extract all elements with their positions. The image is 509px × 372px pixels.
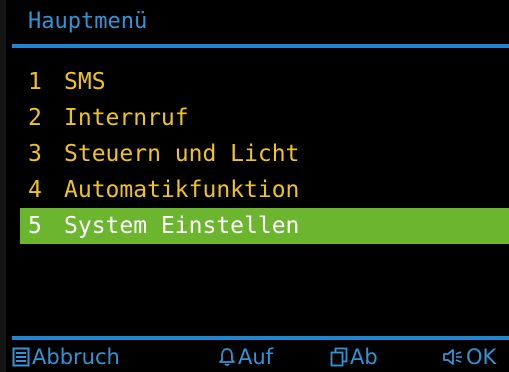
menu-item-label: System Einstellen: [64, 213, 300, 239]
menu-item-label: Steuern und Licht: [64, 141, 300, 167]
cancel-label: Abbruch: [32, 345, 120, 369]
display-screen: Hauptmenü 1 SMS 2 Internruf 3 Steuern und L…: [0, 0, 509, 372]
menu-item-internruf[interactable]: 2 Internruf: [20, 100, 509, 136]
menu-item-label: Internruf: [64, 105, 189, 131]
down-softkey[interactable]: Ab: [330, 342, 378, 372]
bell-icon: [218, 347, 236, 367]
menu-item-number: 1: [28, 69, 42, 95]
menu-item-sms[interactable]: 1 SMS: [20, 64, 509, 100]
menu-item-number: 5: [28, 213, 42, 239]
speaker-icon: [442, 347, 464, 367]
menu-item-number: 3: [28, 141, 42, 167]
screen-bezel: [0, 0, 6, 372]
menu-item-label: Automatikfunktion: [64, 177, 300, 203]
list-icon: [12, 347, 30, 367]
cancel-softkey[interactable]: Abbruch: [12, 342, 120, 372]
header-divider: [12, 44, 509, 48]
menu-item-automatikfunktion[interactable]: 4 Automatikfunktion: [20, 172, 509, 208]
footer-divider: [12, 336, 509, 340]
menu-item-label: SMS: [64, 69, 106, 95]
up-label: Auf: [238, 345, 274, 369]
copy-icon: [330, 347, 348, 367]
softkey-bar: Abbruch Auf Ab OK: [12, 342, 509, 372]
menu-item-steuern-und-licht[interactable]: 3 Steuern und Licht: [20, 136, 509, 172]
menu-item-system-einstellen[interactable]: 5 System Einstellen: [20, 208, 509, 244]
main-menu: 1 SMS 2 Internruf 3 Steuern und Licht 4 Auto…: [20, 64, 509, 244]
ok-softkey[interactable]: OK: [442, 342, 496, 372]
menu-item-number: 4: [28, 177, 42, 203]
ok-label: OK: [466, 345, 497, 369]
up-softkey[interactable]: Auf: [218, 342, 273, 372]
down-label: Ab: [350, 345, 378, 369]
menu-item-number: 2: [28, 105, 42, 131]
page-title: Hauptmenü: [28, 9, 148, 34]
